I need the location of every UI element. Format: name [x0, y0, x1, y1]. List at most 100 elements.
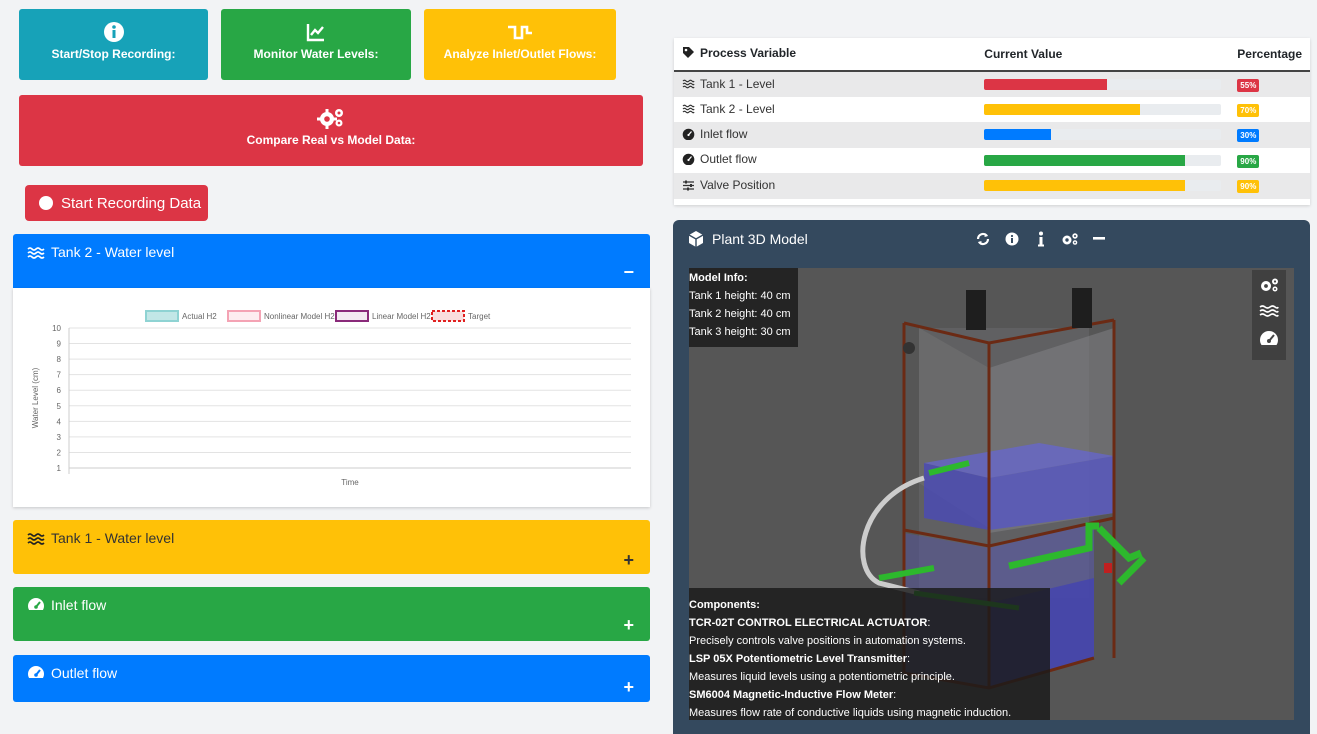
model-info-line: Tank 1 height: 40 cm: [689, 290, 791, 302]
start-recording-button[interactable]: Start Recording Data: [25, 185, 208, 221]
refresh-button[interactable]: [971, 230, 995, 248]
monitor-water-levels-tile[interactable]: Monitor Water Levels:: [221, 9, 411, 80]
water-view-button[interactable]: [1259, 304, 1279, 323]
analyze-flows-tile[interactable]: Analyze Inlet/Outlet Flows:: [424, 9, 616, 80]
component-name: SM6004 Magnetic-Inductive Flow Meter: [689, 689, 894, 701]
percentage-cell: 55%: [1229, 71, 1310, 97]
legend-swatch: [431, 310, 465, 322]
process-variables-body: Tank 1 - Level 55% Tank 2 - Level 70% Inlet …: [674, 71, 1310, 199]
legend-swatch: [145, 310, 179, 322]
y-tick-label: 6: [57, 386, 62, 395]
percentage-badge: 30%: [1237, 129, 1260, 143]
gauge-icon: [28, 598, 44, 613]
collapse-toggle[interactable]: −: [623, 262, 634, 283]
3d-viewport[interactable]: Model Info: Tank 1 height: 40 cm Tank 2 …: [689, 268, 1294, 720]
expand-toggle[interactable]: +: [623, 677, 634, 698]
gauge-view-button[interactable]: [1259, 330, 1279, 353]
cube-icon: [688, 231, 704, 247]
gauge-icon: [28, 666, 44, 681]
percentage-badge: 90%: [1237, 154, 1260, 168]
component-desc: Measures flow rate of conductive liquids…: [689, 707, 1012, 719]
percentage-badge: 55%: [1237, 78, 1260, 92]
info-circle-icon: [103, 22, 124, 42]
value-cell: [976, 97, 1229, 123]
y-tick-label: 3: [57, 433, 62, 442]
y-tick-label: 5: [57, 402, 62, 411]
details-button[interactable]: [1029, 230, 1053, 248]
value-progress-fill: [984, 180, 1185, 192]
expand-toggle[interactable]: +: [623, 615, 634, 636]
percentage-badge: 70%: [1237, 103, 1260, 117]
analyze-flows-label: Analyze Inlet/Outlet Flows:: [443, 47, 597, 61]
percentage-header: Percentage: [1229, 38, 1310, 72]
water-icon: [27, 533, 45, 545]
table-row: Inlet flow 30%: [674, 122, 1310, 148]
legend-label: Nonlinear Model H2: [264, 312, 335, 321]
outlet-panel-header[interactable]: Outlet flow +: [13, 655, 650, 702]
y-tick-label: 10: [52, 324, 61, 333]
percentage-badge: 90%: [1237, 180, 1260, 194]
variable-cell: Tank 1 - Level: [674, 71, 977, 97]
variable-name: Outlet flow: [700, 152, 757, 167]
tank1-panel-header[interactable]: Tank 1 - Water level +: [13, 520, 650, 574]
x-axis-label: Time: [341, 478, 359, 487]
variable-cell: Inlet flow: [674, 122, 977, 148]
component-name: LSP 05X Potentiometric Level Transmitter: [689, 653, 908, 665]
variable-name: Valve Position: [700, 178, 776, 192]
value-progress-bar: [984, 103, 1222, 115]
water-icon: [682, 79, 695, 89]
y-tick-label: 9: [57, 340, 62, 349]
component-desc: Precisely controls valve positions in au…: [689, 635, 966, 647]
compare-real-model-tile[interactable]: Compare Real vs Model Data:: [19, 95, 643, 166]
model-info-line: Tank 2 height: 40 cm: [689, 308, 791, 320]
cogs-icon: [1261, 278, 1278, 292]
info-icon: [1038, 231, 1044, 247]
settings-button[interactable]: [1058, 230, 1082, 248]
process-variable-header: Process Variable: [674, 38, 977, 72]
start-stop-recording-tile[interactable]: Start/Stop Recording:: [19, 9, 208, 80]
y-axis-label: Water Level (cm): [31, 367, 40, 428]
model-info-box: Model Info: Tank 1 height: 40 cm Tank 2 …: [689, 268, 798, 347]
water-icon: [27, 247, 45, 259]
viewport-side-toolbar: [1252, 270, 1286, 360]
water-icon: [1259, 305, 1279, 318]
outlet-panel-title: Outlet flow: [51, 665, 118, 681]
value-cell: [976, 148, 1229, 174]
info-circle-icon: [1005, 232, 1019, 246]
process-variable-header-label: Process Variable: [700, 45, 797, 60]
variable-name: Inlet flow: [700, 126, 748, 141]
model-info-title: Model Info:: [689, 272, 748, 284]
model-title: Plant 3D Model: [712, 231, 808, 247]
table-row: Valve Position 90%: [674, 173, 1310, 199]
info-button[interactable]: [1000, 230, 1024, 248]
tank1-panel-title: Tank 1 - Water level: [51, 530, 175, 546]
value-cell: [976, 173, 1230, 199]
variable-name: Tank 2 - Level: [700, 101, 775, 116]
monitor-water-levels-label: Monitor Water Levels:: [253, 47, 379, 61]
y-tick-label: 1: [57, 464, 62, 473]
components-title: Components:: [689, 599, 760, 611]
component-name: TCR-02T CONTROL ELECTRICAL ACTUATOR: [689, 617, 928, 629]
value-progress-fill: [984, 129, 1052, 141]
start-recording-label: Start Recording Data: [61, 194, 202, 212]
percentage-cell: 90%: [1229, 148, 1310, 174]
water-icon: [682, 104, 695, 114]
tank2-panel-title: Tank 2 - Water level: [51, 244, 175, 260]
table-header-row: Process Variable Current Value Percentag…: [674, 38, 1310, 72]
value-progress-fill: [984, 78, 1107, 90]
value-progress-bar: [984, 78, 1222, 90]
cogs-icon: [1062, 233, 1078, 245]
minimize-button[interactable]: [1087, 230, 1111, 248]
inlet-panel-header[interactable]: Inlet flow +: [13, 587, 650, 641]
chart-line-icon: [306, 24, 324, 42]
value-progress-bar: [984, 180, 1222, 192]
model-info-line: Tank 3 height: 30 cm: [689, 326, 791, 338]
tank2-panel-header[interactable]: Tank 2 - Water level −: [13, 234, 650, 288]
value-cell: [976, 122, 1230, 148]
percentage-cell: 70%: [1229, 97, 1310, 123]
settings-view-button[interactable]: [1259, 277, 1279, 298]
expand-toggle[interactable]: +: [623, 550, 634, 571]
value-progress-fill: [984, 103, 1141, 115]
y-tick-label: 2: [57, 448, 62, 457]
value-progress-bar: [984, 154, 1222, 166]
